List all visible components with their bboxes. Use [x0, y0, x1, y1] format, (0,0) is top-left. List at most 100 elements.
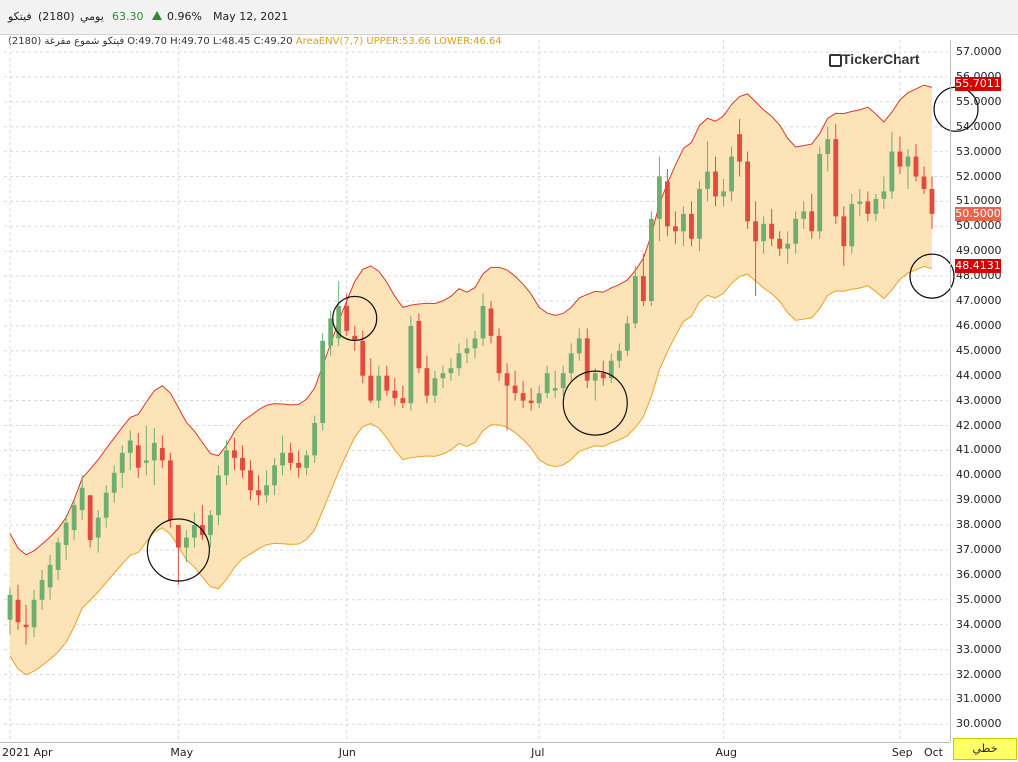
candle-body [111, 472, 117, 493]
y-tick-label: 45.0000 [956, 343, 1002, 357]
candle-body [656, 176, 662, 219]
y-tick-label: 34.0000 [956, 617, 1002, 631]
candle-body [616, 350, 622, 361]
candle-body [376, 375, 382, 401]
candle-body [881, 191, 887, 199]
candle-body [721, 191, 726, 197]
candle-body [272, 465, 277, 486]
candle-body [280, 452, 285, 466]
candle-body [480, 305, 486, 339]
candle-body [592, 373, 598, 381]
x-tick-label: Aug [715, 746, 738, 759]
candle-body [23, 624, 29, 628]
candle-body [328, 318, 334, 346]
candle-body [368, 375, 374, 401]
candle-body [600, 373, 606, 379]
candle-body [665, 181, 670, 227]
candle-body [127, 440, 133, 453]
y-tick-label: 43.0000 [956, 393, 1002, 407]
candle-body [296, 462, 302, 468]
candle-body [809, 211, 815, 232]
y-tick-label: 35.0000 [956, 592, 1002, 606]
candle-body [841, 216, 847, 247]
candle-body [640, 276, 646, 301]
y-tick-label: 44.0000 [956, 368, 1002, 382]
x-tick-label: May [170, 746, 194, 759]
candle-body [360, 340, 366, 376]
y-tick-label: 54.0000 [956, 119, 1002, 133]
candle-body [624, 323, 630, 351]
candle-body [568, 353, 574, 374]
y-tick-label: 32.0000 [956, 667, 1002, 681]
candle-body [248, 470, 253, 491]
candle-body [304, 455, 310, 468]
candle-body [560, 373, 566, 389]
candle-body [576, 338, 582, 354]
candle-body [159, 447, 165, 461]
candle-body [512, 385, 518, 394]
candle-body [897, 151, 903, 167]
candle-body [552, 388, 558, 391]
candle-body [632, 276, 638, 324]
candle-body [761, 223, 767, 242]
candle-body [464, 348, 470, 354]
candle-body [849, 203, 855, 247]
y-tick-label: 47.0000 [956, 294, 1002, 307]
candle-body [191, 525, 197, 538]
y-tick-label: 41.0000 [956, 443, 1002, 457]
candle-body [167, 460, 173, 521]
y-tick-label: 30.0000 [956, 717, 1002, 731]
candle-body [312, 423, 318, 456]
candle-body [713, 171, 718, 197]
x-tick-label: Oct [923, 746, 943, 759]
candle-body [496, 335, 502, 374]
x-tick-label: Jul [531, 746, 545, 759]
y-tick-label: 40.0000 [956, 468, 1002, 482]
candle-body [264, 485, 269, 496]
candlestick-chart[interactable] [0, 0, 1018, 762]
candle-body [143, 460, 149, 463]
candle-body [737, 134, 742, 162]
y-tick-label: 36.0000 [956, 567, 1002, 581]
candle-body [424, 368, 430, 396]
candle-body [857, 201, 863, 204]
candle-body [71, 505, 77, 531]
price-tag-last: 50.5000 [955, 206, 1001, 221]
candle-body [769, 223, 775, 239]
candle-body [488, 308, 494, 336]
candle-body [175, 525, 181, 548]
candle-body [432, 378, 438, 396]
y-axis-line [950, 40, 951, 742]
candle-body [55, 542, 61, 570]
y-tick-label: 51.0000 [956, 194, 1002, 208]
y-tick-label: 52.0000 [956, 169, 1002, 183]
chart-type-button[interactable]: خطي [953, 738, 1017, 760]
candle-body [456, 353, 462, 369]
candle-body [793, 218, 799, 244]
candle-body [729, 156, 734, 192]
candle-body [47, 564, 53, 588]
candle-body [240, 457, 245, 471]
candle-body [320, 340, 326, 424]
candle-body [95, 517, 101, 538]
candle-body [344, 305, 350, 331]
candle-body [7, 594, 13, 620]
candle-body [119, 452, 125, 473]
candle-body [777, 238, 783, 249]
y-tick-label: 37.0000 [956, 543, 1002, 556]
candle-body [87, 495, 93, 541]
candle-body [705, 171, 710, 189]
candle-body [873, 198, 879, 214]
candle-body [103, 492, 109, 518]
y-tick-label: 50.0000 [956, 219, 1002, 233]
candle-body [889, 151, 895, 192]
candle-body [31, 599, 37, 628]
price-tag-lower: 48.4131 [955, 258, 1001, 273]
y-tick-label: 42.0000 [956, 418, 1002, 432]
candle-body [681, 213, 686, 232]
price-tag-upper: 55.7011 [955, 77, 1001, 92]
candle-body [528, 400, 534, 404]
y-tick-label: 46.0000 [956, 318, 1002, 332]
y-tick-label: 55.0000 [956, 94, 1002, 108]
candle-body [785, 243, 791, 249]
